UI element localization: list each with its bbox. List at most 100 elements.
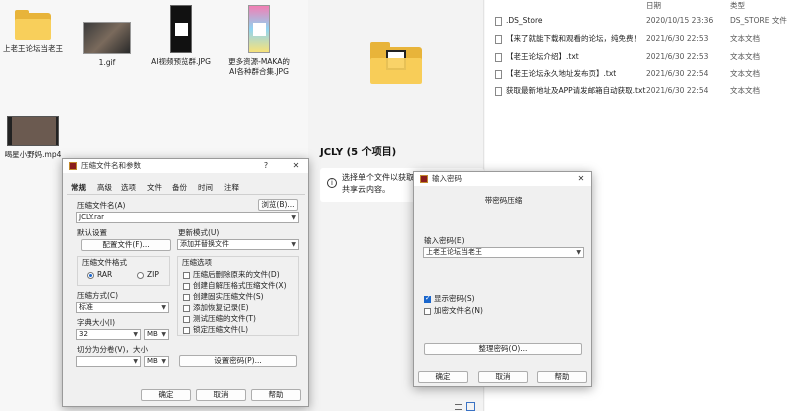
image-thumbnail-icon xyxy=(83,22,131,54)
video-thumbnail-icon xyxy=(7,116,59,146)
option-lock-checkbox[interactable] xyxy=(183,327,190,334)
image-thumbnail-icon xyxy=(170,5,192,53)
chevron-down-icon: ▼ xyxy=(161,331,166,338)
method-label: 压缩方式(C) xyxy=(77,291,119,300)
encrypt-names-label: 加密文件名(N) xyxy=(434,306,483,315)
image-thumbnail-icon xyxy=(248,5,270,53)
file-type: 文本文档 xyxy=(730,86,760,95)
organize-passwords-button[interactable]: 整理密码(O)... xyxy=(424,343,582,355)
tab-files[interactable]: 文件 xyxy=(147,181,162,195)
dict-unit-select[interactable]: MB ▼ xyxy=(144,329,169,340)
option-sfx-checkbox[interactable] xyxy=(183,283,190,290)
update-mode-select[interactable]: 添加并替换文件 ▼ xyxy=(177,239,299,250)
text-file-icon xyxy=(495,53,502,62)
tab-general[interactable]: 常规 xyxy=(71,181,86,195)
chevron-down-icon: ▼ xyxy=(291,214,296,221)
help-button[interactable]: 帮助 xyxy=(537,371,587,383)
password-dialog-titlebar[interactable]: 输入密码 ✕ xyxy=(414,172,591,186)
desktop-icon-ai-jpg[interactable]: AI视频预览群.JPG xyxy=(150,5,212,67)
file-type: 文本文档 xyxy=(730,52,760,61)
option-delete-label: 压缩后删除原来的文件(D) xyxy=(193,270,280,279)
file-icon xyxy=(495,17,502,26)
password-dialog-title: 输入密码 xyxy=(432,174,462,183)
update-mode-value: 添加并替换文件 xyxy=(180,240,229,248)
chevron-down-icon: ▼ xyxy=(133,331,138,338)
desktop-icon-folder[interactable]: 上老王论坛当老王 xyxy=(2,10,64,54)
file-name: 获取最新地址及APP请发邮箱自动获取.txt xyxy=(506,86,646,95)
default-settings-label: 默认设置 xyxy=(77,228,107,237)
file-row[interactable]: 【老王论坛介绍】.txt 2021/6/30 22:53 文本文档 xyxy=(485,50,800,64)
file-type: 文本文档 xyxy=(730,34,760,43)
option-test-label: 测试压缩的文件(T) xyxy=(193,314,256,323)
archive-dialog-tabs: 常规 高级 选项 文件 备份 时间 注释 xyxy=(67,181,305,195)
browse-button[interactable]: 浏览(B)... xyxy=(258,199,298,211)
file-date: 2021/6/30 22:54 xyxy=(646,69,709,78)
enter-password-label: 输入密码(E) xyxy=(424,236,465,245)
file-row[interactable]: 获取最新地址及APP请发邮箱自动获取.txt 2021/6/30 22:54 文… xyxy=(485,84,800,98)
help-button[interactable]: 帮助 xyxy=(251,389,301,401)
desktop-icon-label: 上老王论坛当老王 xyxy=(3,44,63,53)
method-value: 标准 xyxy=(79,303,93,311)
cancel-button[interactable]: 取消 xyxy=(478,371,528,383)
ok-button[interactable]: 确定 xyxy=(418,371,468,383)
tab-backup[interactable]: 备份 xyxy=(172,181,187,195)
dict-value: 32 xyxy=(79,330,88,338)
file-name: 【老王论坛永久地址发布页】.txt xyxy=(506,69,617,78)
file-date: 2021/6/30 22:53 xyxy=(646,34,709,43)
archive-name-field[interactable]: JCLY.rar ▼ xyxy=(76,212,299,223)
cancel-button[interactable]: 取消 xyxy=(196,389,246,401)
encrypt-names-checkbox[interactable] xyxy=(424,308,431,315)
profiles-button[interactable]: 配置文件(F)... xyxy=(81,239,171,251)
close-icon[interactable]: ✕ xyxy=(290,159,302,173)
help-icon[interactable]: ? xyxy=(260,159,272,173)
file-row[interactable]: 【来了就能下载和观看的论坛，纯免费！ 2021/6/30 22:53 文本文档 xyxy=(485,32,800,46)
close-icon[interactable]: ✕ xyxy=(575,172,587,186)
column-header-date[interactable]: 日期 xyxy=(646,0,661,11)
archive-dialog-titlebar[interactable]: 压缩文件名和参数 ? ✕ xyxy=(63,159,308,173)
view-toggle-icon[interactable] xyxy=(466,402,475,411)
archive-settings-dialog: 压缩文件名和参数 ? ✕ 常规 高级 选项 文件 备份 时间 注释 压缩文件名(… xyxy=(62,158,309,407)
dict-select[interactable]: 32 ▼ xyxy=(76,329,141,340)
option-sfx-label: 创建自解压格式压缩文件(X) xyxy=(193,281,287,290)
chevron-down-icon: ▼ xyxy=(161,304,166,311)
preview-title: JCLY (5 个项目) xyxy=(320,147,397,158)
update-mode-label: 更新模式(U) xyxy=(178,228,220,237)
format-label: 压缩文件格式 xyxy=(82,258,127,267)
archive-name-value: JCLY.rar xyxy=(79,213,105,221)
tab-advanced[interactable]: 高级 xyxy=(97,181,112,195)
chevron-down-icon: ▼ xyxy=(576,249,581,256)
options-label: 压缩选项 xyxy=(182,258,212,267)
desktop-icon-label: AI视频预览群.JPG xyxy=(151,57,211,66)
file-type: 文本文档 xyxy=(730,69,760,78)
ok-button[interactable]: 确定 xyxy=(141,389,191,401)
format-rar-radio[interactable] xyxy=(87,272,94,279)
column-header-type[interactable]: 类型 xyxy=(730,0,745,11)
file-date: 2021/6/30 22:53 xyxy=(646,52,709,61)
tab-time[interactable]: 时间 xyxy=(198,181,213,195)
option-recovery-checkbox[interactable] xyxy=(183,305,190,312)
option-delete-checkbox[interactable] xyxy=(183,272,190,279)
view-list-icon[interactable] xyxy=(455,404,462,410)
split-size-select[interactable]: ▼ xyxy=(76,356,141,367)
file-row[interactable]: .DS_Store 2020/10/15 23:36 DS_STORE 文件 xyxy=(485,14,800,28)
set-password-button[interactable]: 设置密码(P)... xyxy=(179,355,297,367)
tab-options[interactable]: 选项 xyxy=(121,181,136,195)
text-file-icon xyxy=(495,35,502,44)
file-date: 2021/6/30 22:54 xyxy=(646,86,709,95)
split-unit-select[interactable]: MB ▼ xyxy=(144,356,169,367)
split-label: 切分为分卷(V)，大小 xyxy=(77,345,148,354)
desktop-icon-maka-jpg[interactable]: 更多资源-MAKA的AI各种群合集.JPG xyxy=(228,5,290,77)
show-password-checkbox[interactable] xyxy=(424,294,431,303)
desktop-icon-mp4[interactable]: 喝星小野妈.mp4 xyxy=(2,116,64,160)
desktop-icon-gif[interactable]: 1.gif xyxy=(76,22,138,68)
method-select[interactable]: 标准 ▼ xyxy=(76,302,169,313)
file-row[interactable]: 【老王论坛永久地址发布页】.txt 2021/6/30 22:54 文本文档 xyxy=(485,67,800,81)
file-date: 2020/10/15 23:36 xyxy=(646,16,714,25)
option-solid-checkbox[interactable] xyxy=(183,294,190,301)
file-type: DS_STORE 文件 xyxy=(730,16,787,25)
option-lock-label: 锁定压缩文件(L) xyxy=(193,325,249,334)
option-test-checkbox[interactable] xyxy=(183,316,190,323)
tab-comment[interactable]: 注释 xyxy=(224,181,239,195)
password-input[interactable]: 上老王论坛当老王 ▼ xyxy=(423,247,584,258)
format-zip-radio[interactable] xyxy=(137,272,144,279)
